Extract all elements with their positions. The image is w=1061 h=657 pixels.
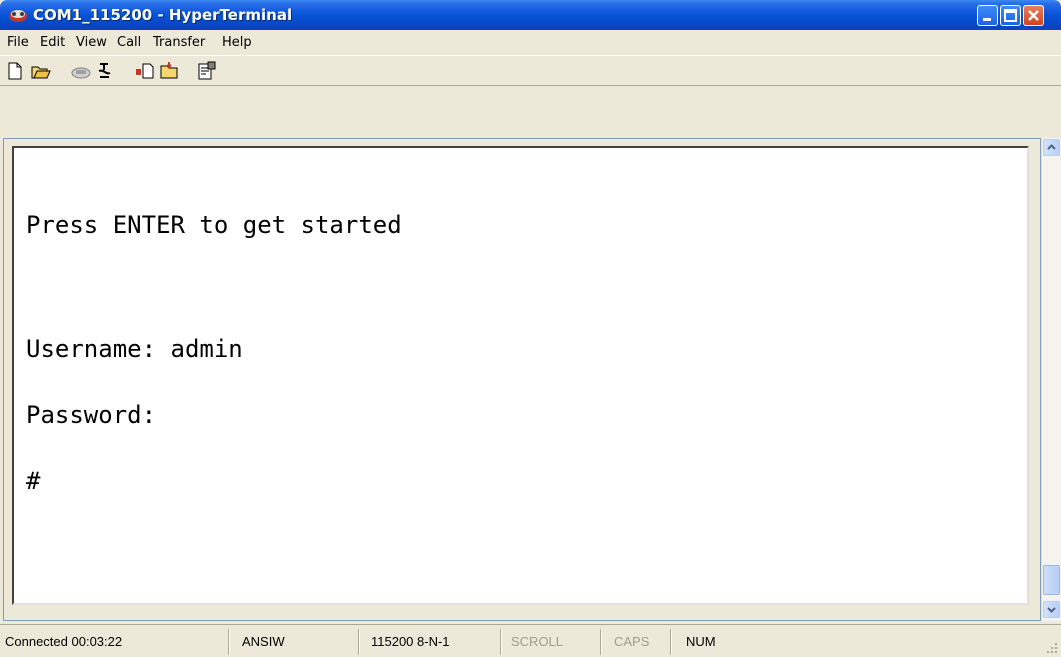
status-divider: [670, 629, 672, 655]
terminal-output: Press ENTER to get started Username: adm…: [26, 170, 402, 536]
status-num: NUM: [686, 634, 716, 649]
menu-view[interactable]: View: [76, 35, 107, 50]
scroll-up-button[interactable]: [1043, 139, 1060, 156]
menu-edit[interactable]: Edit: [40, 35, 65, 50]
chevron-up-icon: [1047, 144, 1056, 150]
vertical-scrollbar[interactable]: [1041, 138, 1061, 621]
receive-button[interactable]: [158, 61, 180, 81]
window-title: COM1_115200 - HyperTerminal: [33, 6, 293, 24]
terminal-screen[interactable]: Press ENTER to get started Username: adm…: [12, 146, 1029, 605]
terminal-line: Press ENTER to get started: [26, 211, 402, 239]
status-port-settings: 115200 8-N-1: [371, 634, 450, 649]
minimize-button[interactable]: [977, 5, 998, 26]
maximize-button[interactable]: [1000, 5, 1021, 26]
menu-bar: File Edit View Call Transfer Help: [0, 30, 1061, 55]
properties-button[interactable]: [196, 61, 218, 81]
close-button[interactable]: [1023, 5, 1044, 26]
call-icon: [71, 67, 91, 79]
scroll-down-button[interactable]: [1043, 601, 1060, 618]
resize-grip-icon[interactable]: [1045, 641, 1059, 655]
status-divider: [228, 629, 230, 655]
terminal-line: Username: admin: [26, 335, 243, 363]
status-connected: Connected 00:03:22: [5, 634, 123, 649]
open-icon: [31, 66, 51, 79]
disconnect-icon: [98, 63, 111, 78]
terminal-line: Password:: [26, 401, 157, 429]
menu-file[interactable]: File: [7, 35, 29, 50]
close-icon: [1028, 10, 1039, 21]
status-emulation: ANSIW: [242, 634, 285, 649]
hyperterminal-window: COM1_115200 - HyperTerminal File Edit Vi…: [0, 0, 1061, 657]
status-divider: [358, 629, 360, 655]
scrollbar-thumb[interactable]: [1043, 565, 1060, 595]
title-bar[interactable]: COM1_115200 - HyperTerminal: [0, 0, 1061, 30]
open-button[interactable]: [30, 61, 52, 81]
terminal-pane: Press ENTER to get started Username: adm…: [3, 138, 1041, 621]
status-scroll: SCROLL: [511, 634, 564, 649]
status-divider: [500, 629, 502, 655]
new-connection-button[interactable]: [5, 61, 27, 81]
maximize-icon: [1004, 9, 1017, 22]
hyperterminal-app-icon[interactable]: [8, 6, 28, 24]
menu-help[interactable]: Help: [222, 35, 252, 50]
send-button[interactable]: [134, 61, 156, 81]
properties-icon: [198, 61, 216, 80]
minimize-icon: [983, 18, 991, 21]
status-bar: Connected 00:03:22 ANSIW 115200 8-N-1 SC…: [0, 624, 1061, 657]
new-icon: [8, 62, 22, 80]
status-divider: [600, 629, 602, 655]
send-icon: [136, 63, 154, 79]
receive-icon: [160, 62, 178, 79]
disconnect-button[interactable]: [94, 61, 116, 81]
call-button[interactable]: [70, 61, 92, 81]
status-caps: CAPS: [614, 634, 650, 649]
chevron-down-icon: [1047, 607, 1056, 613]
menu-transfer[interactable]: Transfer: [153, 35, 205, 50]
toolbar: [0, 55, 1061, 86]
menu-call[interactable]: Call: [117, 35, 141, 50]
terminal-line: #: [26, 467, 41, 495]
